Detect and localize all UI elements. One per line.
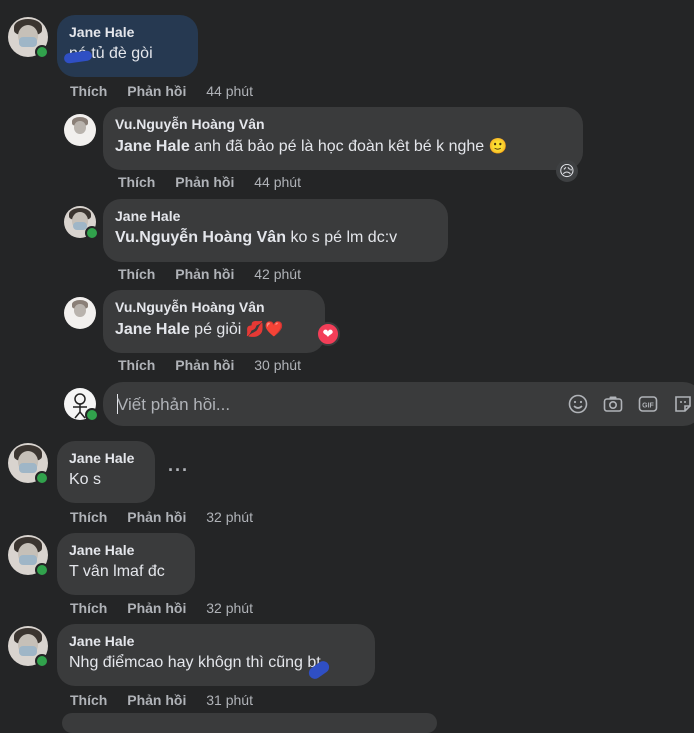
kiss-heart-emoji: 💋❤️	[245, 320, 284, 338]
slight-smile-emoji: 🙂	[488, 137, 508, 155]
comment-text: pé giỏi	[194, 321, 242, 338]
comment-bubble: Vu.Nguyễn Hoàng Vân Jane Hale pé giỏi 💋❤…	[103, 290, 325, 353]
online-status-dot	[85, 408, 99, 422]
comment-bubble: Vu.Nguyễn Hoàng Vân Jane Hale anh đã bảo…	[103, 107, 583, 170]
like-link[interactable]: Thích	[70, 692, 107, 708]
timestamp[interactable]: 32 phút	[206, 509, 253, 525]
comment-actions: Thích Phản hồi 44 phút	[70, 83, 269, 99]
reply-input[interactable]	[115, 382, 539, 428]
like-link[interactable]: Thích	[118, 357, 155, 373]
comment-actions: Thích Phản hồi 30 phút	[118, 357, 317, 373]
like-link[interactable]: Thích	[70, 600, 107, 616]
comment-bubble: Jane Hale Nhg điểmcao hay khôgn thì cũng…	[57, 624, 375, 686]
camera-icon[interactable]	[602, 393, 624, 415]
like-link[interactable]: Thích	[70, 509, 107, 525]
comment-author[interactable]: Vu.Nguyễn Hoàng Vân	[115, 298, 313, 316]
comment-bubble: Jane Hale Vu.Nguyễn Hoàng Vân ko s pé lm…	[103, 199, 448, 262]
timestamp[interactable]: 44 phút	[254, 174, 301, 190]
comment-actions: Thích Phản hồi 32 phút	[70, 600, 269, 616]
comment-text: anh đã bảo pé là học đoàn kêt bé k nghe	[194, 138, 485, 155]
comment-text: ko s pé lm dc:v	[290, 229, 398, 246]
comment-author[interactable]: Jane Hale	[69, 541, 183, 559]
heart-reaction-icon[interactable]: ❤	[316, 322, 340, 346]
comment-text-line: Jane Hale anh đã bảo pé là học đoàn kêt …	[115, 135, 571, 158]
mentioned-user[interactable]: Vu.Nguyễn Hoàng Vân	[115, 229, 286, 246]
online-status-dot	[85, 226, 99, 240]
comment-actions: Thích Phản hồi 31 phút	[70, 692, 269, 708]
sad-reaction-icon[interactable]: 😥	[556, 160, 578, 182]
online-status-dot	[35, 654, 49, 668]
reply-link[interactable]: Phản hồi	[175, 357, 234, 373]
like-link[interactable]: Thích	[70, 83, 107, 99]
timestamp[interactable]: 30 phút	[254, 357, 301, 373]
online-status-dot	[35, 45, 49, 59]
like-link[interactable]: Thích	[118, 266, 155, 282]
svg-text:GIF: GIF	[642, 403, 654, 410]
reply-composer[interactable]: GIF	[103, 382, 694, 428]
next-comment-bubble-partial	[62, 713, 437, 733]
online-status-dot	[35, 563, 49, 577]
comment-text-line: Vu.Nguyễn Hoàng Vân ko s pé lm dc:v	[115, 227, 436, 249]
timestamp[interactable]: 42 phút	[254, 266, 301, 282]
reply-link[interactable]: Phản hồi	[175, 266, 234, 282]
comment-bubble: Jane Hale Ko s	[57, 441, 155, 503]
reply-link[interactable]: Phản hồi	[127, 692, 186, 708]
reply-link[interactable]: Phản hồi	[127, 83, 186, 99]
comment-actions: Thích Phản hồi 44 phút	[118, 174, 317, 190]
mentioned-user[interactable]: Jane Hale	[115, 321, 190, 338]
comment-author[interactable]: Jane Hale	[69, 632, 363, 650]
reply-link[interactable]: Phản hồi	[175, 174, 234, 190]
comment-actions: Thích Phản hồi 42 phút	[118, 266, 317, 282]
mentioned-user[interactable]: Jane Hale	[115, 138, 190, 155]
avatar-vu[interactable]	[64, 114, 96, 146]
timestamp[interactable]: 44 phút	[206, 83, 253, 99]
comment-bubble: Jane Hale nó tủ đè gòi	[57, 15, 198, 77]
avatar-vu[interactable]	[64, 297, 96, 329]
online-status-dot	[35, 471, 49, 485]
comment-bubble: Jane Hale T vân lmaf đc	[57, 533, 195, 595]
sticker-icon[interactable]	[672, 393, 694, 415]
comment-author[interactable]: Jane Hale	[69, 449, 143, 467]
comment-actions: Thích Phản hồi 32 phút	[70, 509, 269, 525]
comment-author[interactable]: Vu.Nguyễn Hoàng Vân	[115, 115, 571, 133]
reply-link[interactable]: Phản hồi	[127, 600, 186, 616]
smiley-icon[interactable]	[567, 393, 589, 415]
more-options-icon[interactable]: ···	[168, 460, 189, 481]
comment-text: T vân lmaf đc	[69, 563, 165, 580]
comment-text-line: Jane Hale pé giỏi 💋❤️	[115, 318, 313, 341]
gif-icon[interactable]: GIF	[637, 393, 659, 415]
comment-author[interactable]: Jane Hale	[69, 23, 186, 41]
timestamp[interactable]: 31 phút	[206, 692, 253, 708]
comment-author[interactable]: Jane Hale	[115, 207, 436, 225]
comment-text: Ko s	[69, 471, 102, 488]
like-link[interactable]: Thích	[118, 174, 155, 190]
reply-link[interactable]: Phản hồi	[127, 509, 186, 525]
timestamp[interactable]: 32 phút	[206, 600, 253, 616]
